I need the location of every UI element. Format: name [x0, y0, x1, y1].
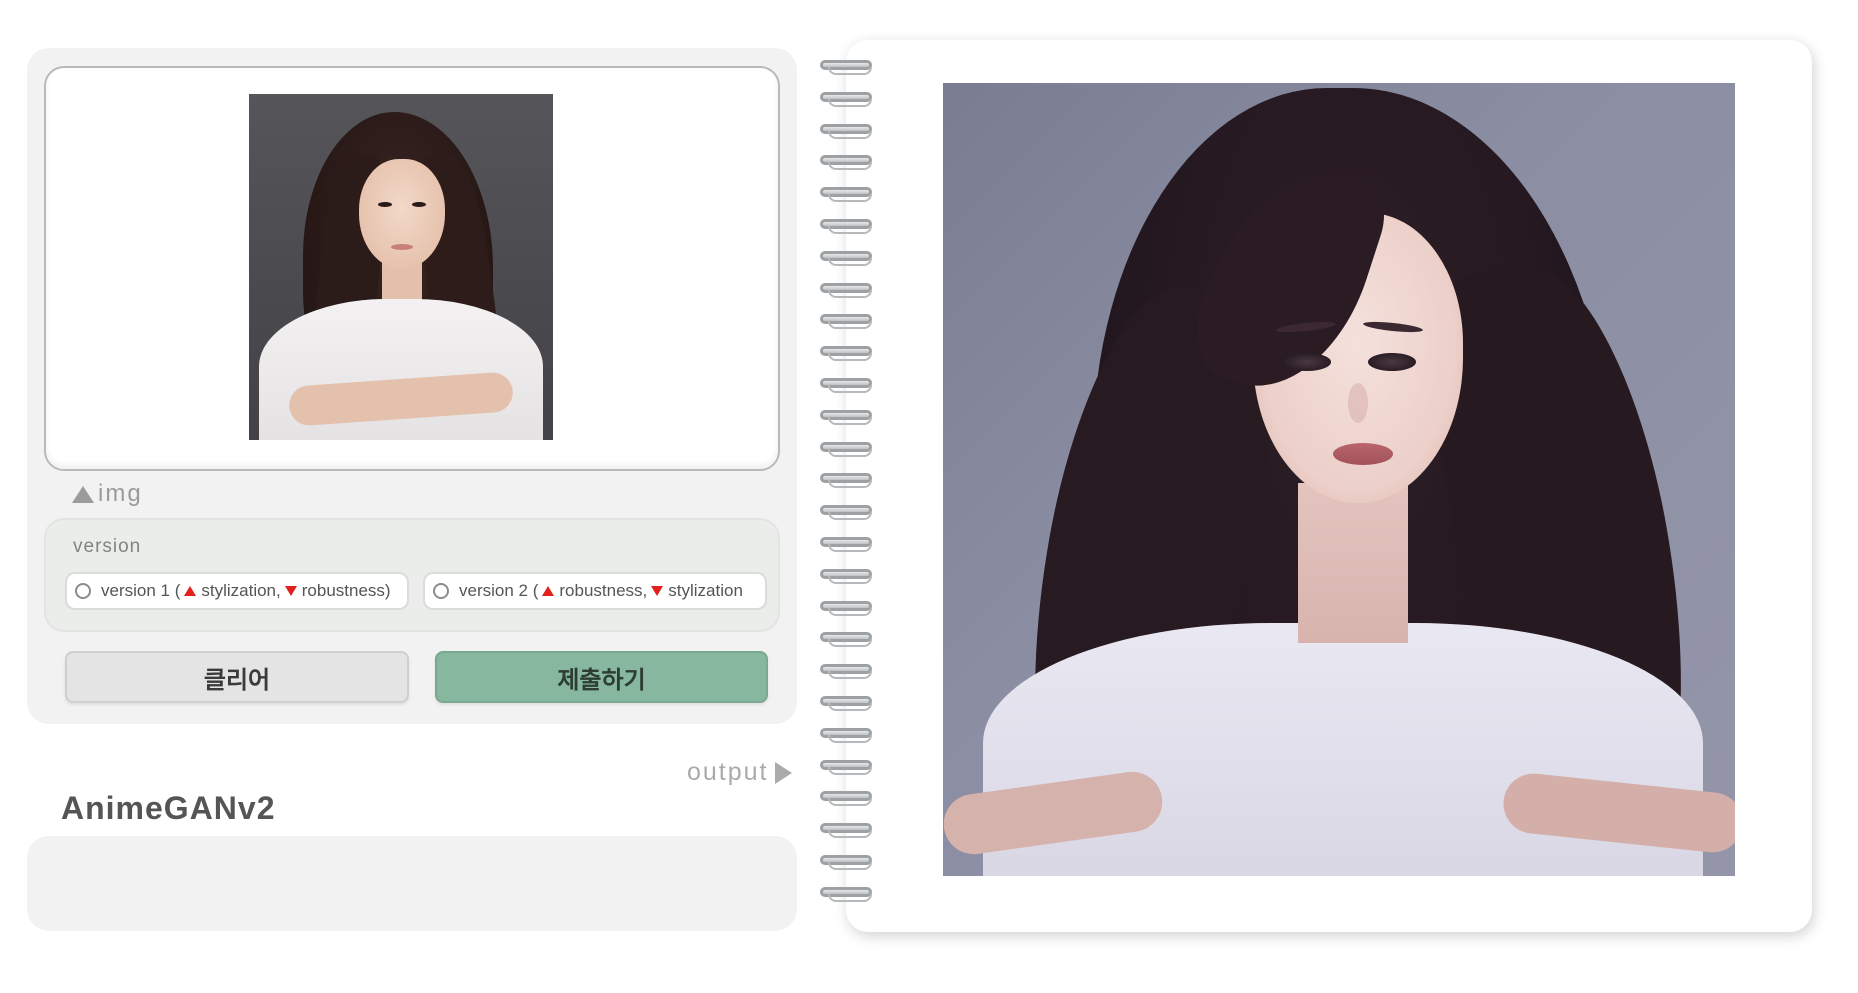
- version-2-up-text: robustness,: [559, 581, 648, 600]
- radio-circle-icon[interactable]: [75, 583, 91, 599]
- spiral-ring: [818, 726, 874, 744]
- red-triangle-down-icon: [651, 586, 664, 596]
- version-radio-group: version version 1 ( stylization, robustn…: [44, 518, 780, 632]
- version-2-down-text: stylization: [668, 581, 743, 600]
- triangle-right-icon: [774, 761, 792, 784]
- spiral-ring: [818, 853, 874, 871]
- spiral-ring: [818, 885, 874, 903]
- version-1-prefix: version 1 (: [101, 581, 181, 600]
- triangle-up-icon: [72, 485, 94, 503]
- version-1-down-text: robustness): [301, 581, 391, 600]
- spiral-ring: [818, 789, 874, 807]
- spiral-ring: [818, 153, 874, 171]
- spiral-ring: [818, 821, 874, 839]
- spiral-ring: [818, 503, 874, 521]
- spiral-ring: [818, 630, 874, 648]
- spiral-binding: [818, 58, 876, 918]
- spiral-ring: [818, 185, 874, 203]
- spiral-ring: [818, 662, 874, 680]
- input-panel: img version version 1 ( stylization, rob…: [27, 48, 797, 724]
- spiral-ring: [818, 567, 874, 585]
- spiral-ring: [818, 58, 874, 76]
- version-1-option[interactable]: version 1 ( stylization, robustness): [65, 572, 409, 610]
- red-triangle-up-icon: [542, 586, 555, 596]
- output-label: output: [687, 758, 792, 787]
- spiral-ring: [818, 471, 874, 489]
- spiral-ring: [818, 312, 874, 330]
- output-image: [943, 83, 1735, 876]
- submit-button[interactable]: 제출하기: [435, 651, 768, 703]
- spiral-ring: [818, 281, 874, 299]
- spiral-ring: [818, 122, 874, 140]
- spiral-ring: [818, 694, 874, 712]
- spiral-ring: [818, 90, 874, 108]
- app-title: AnimeGANv2: [61, 790, 276, 826]
- image-upload-area[interactable]: [44, 66, 780, 471]
- red-triangle-up-icon: [184, 586, 197, 596]
- radio-circle-icon[interactable]: [433, 583, 449, 599]
- red-triangle-down-icon: [284, 586, 297, 596]
- description-box: [27, 836, 797, 931]
- spiral-ring: [818, 599, 874, 617]
- input-image: [249, 94, 553, 440]
- spiral-ring: [818, 217, 874, 235]
- img-label: img: [72, 480, 143, 508]
- img-label-text: img: [98, 480, 143, 507]
- clear-button[interactable]: 클리어: [65, 651, 409, 703]
- spiral-ring: [818, 408, 874, 426]
- version-2-prefix: version 2 (: [459, 581, 539, 600]
- spiral-ring: [818, 344, 874, 362]
- version-1-up-text: stylization,: [201, 581, 281, 600]
- spiral-ring: [818, 758, 874, 776]
- output-label-text: output: [687, 758, 769, 786]
- spiral-ring: [818, 376, 874, 394]
- version-2-option[interactable]: version 2 ( robustness, stylization: [423, 572, 767, 610]
- spiral-ring: [818, 535, 874, 553]
- spiral-ring: [818, 249, 874, 267]
- app-page: img version version 1 ( stylization, rob…: [0, 0, 1858, 993]
- spiral-ring: [818, 440, 874, 458]
- version-title: version: [73, 536, 142, 557]
